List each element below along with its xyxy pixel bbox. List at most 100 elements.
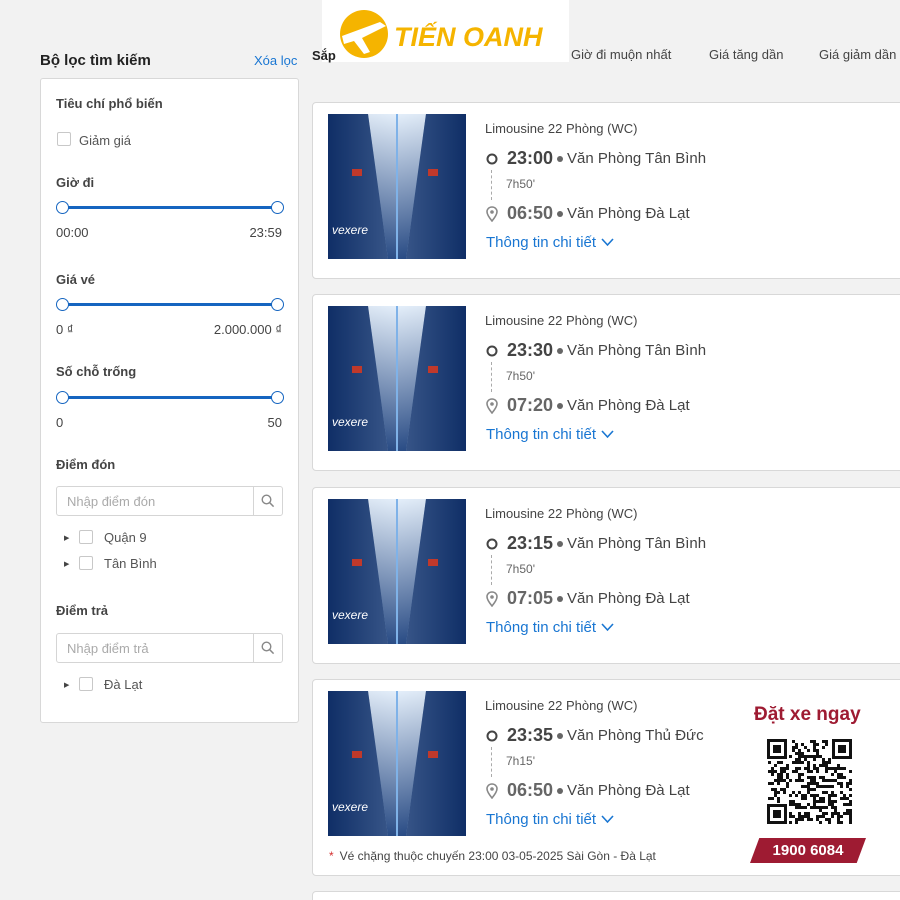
sort-latest-departure[interactable]: Giờ đi muộn nhất — [571, 47, 671, 62]
location-pin-icon — [485, 205, 499, 222]
expand-tanbinh-icon[interactable]: ▶ — [64, 560, 69, 568]
price-min: 0 ₫ — [56, 322, 74, 337]
arrival-place: Văn Phòng Đà Lạt — [567, 205, 690, 222]
seats-min: 0 — [56, 415, 64, 430]
pickup-tanbinh-checkbox[interactable] — [79, 556, 93, 570]
departure-row: 23:35 Văn Phòng Thủ Đức — [485, 725, 704, 746]
chevron-down-icon — [601, 815, 614, 824]
price-slider[interactable] — [61, 303, 277, 306]
bus-interior-image: vexere — [328, 691, 466, 836]
departure-time-max-handle[interactable] — [271, 201, 284, 214]
departure-time-max: 23:59 — [249, 225, 282, 240]
departure-time-title: Giờ đi — [56, 175, 95, 190]
chevron-down-icon — [601, 430, 614, 439]
chevron-down-icon — [601, 623, 614, 632]
detail-info-link[interactable]: Thông tin chi tiết — [486, 234, 614, 251]
seats-min-handle[interactable] — [56, 391, 69, 404]
dropoff-search-input[interactable] — [57, 634, 253, 662]
vexere-watermark: vexere — [332, 223, 368, 237]
bus-interior-image: vexere — [328, 499, 466, 644]
arrival-place: Văn Phòng Đà Lạt — [567, 782, 690, 799]
expand-dalat-icon[interactable]: ▶ — [64, 681, 69, 689]
sort-price-descending[interactable]: Giá giảm dần — [819, 47, 896, 62]
departure-time-min-handle[interactable] — [56, 201, 69, 214]
arrival-time: 06:50 — [507, 203, 554, 223]
price-max-handle[interactable] — [271, 298, 284, 311]
vexere-watermark: vexere — [332, 800, 368, 814]
departure-place: Văn Phòng Tân Bình — [567, 150, 707, 167]
vexere-watermark: vexere — [332, 415, 368, 429]
trip-duration: 7h50' — [506, 177, 535, 191]
departure-row: 23:00 Văn Phòng Tân Bình — [485, 148, 706, 169]
dropoff-search-button[interactable] — [253, 634, 282, 662]
detail-info-label: Thông tin chi tiết — [486, 619, 597, 636]
departure-time: 23:30 — [507, 340, 554, 360]
seats-max-handle[interactable] — [271, 391, 284, 404]
bus-interior-photo: vexere — [328, 114, 466, 259]
brand-logo-text: TIẾN OANH — [394, 21, 543, 52]
arrival-place: Văn Phòng Đà Lạt — [567, 590, 690, 607]
filter-panel: Tiêu chí phổ biến Giảm giá Giờ đi 00:00 … — [40, 78, 299, 723]
clear-filter-link[interactable]: Xóa lọc — [254, 53, 297, 68]
departure-dot-icon — [485, 151, 499, 167]
discount-label: Giảm giá — [79, 133, 132, 148]
price-max: 2.000.000 ₫ — [213, 322, 282, 337]
dropoff-search — [56, 633, 283, 663]
detail-info-label: Thông tin chi tiết — [486, 811, 597, 828]
vexere-watermark: vexere — [332, 608, 368, 622]
trip-card[interactable]: vexere Limousine 22 Phòng (WC) 23:30 Văn… — [312, 294, 900, 471]
seats-slider[interactable] — [61, 396, 277, 399]
pickup-quan9-checkbox[interactable] — [79, 530, 93, 544]
price-min-handle[interactable] — [56, 298, 69, 311]
location-pin-icon — [485, 782, 499, 799]
pickup-search-input[interactable] — [57, 487, 253, 515]
trip-card[interactable]: vexere Limousine 22 Phòng (WC) 23:15 Văn… — [312, 487, 900, 664]
trip-card[interactable]: vexere Limousine 22 Phòng (WC) 23:00 Văn… — [312, 102, 900, 279]
dropoff-dalat-checkbox[interactable] — [79, 677, 93, 691]
bus-interior-image: vexere — [328, 306, 466, 451]
departure-time-slider[interactable] — [61, 206, 277, 209]
departure-time: 23:00 — [507, 148, 554, 168]
search-icon — [261, 641, 275, 655]
pickup-title: Điểm đón — [56, 457, 116, 472]
filter-title: Bộ lọc tìm kiếm — [40, 52, 151, 69]
sort-price-ascending[interactable]: Giá tăng dần — [709, 47, 783, 62]
chevron-down-icon — [601, 238, 614, 247]
departure-place: Văn Phòng Tân Bình — [567, 342, 707, 359]
promo-title: Đặt xe ngay — [754, 704, 861, 725]
hotline-badge[interactable]: 1900 6084 — [750, 838, 866, 863]
location-pin-icon — [485, 590, 499, 607]
departure-row: 23:15 Văn Phòng Tân Bình — [485, 533, 706, 554]
sort-label: Sắp — [312, 48, 336, 63]
discount-checkbox[interactable] — [57, 132, 71, 146]
bus-interior-photo: vexere — [328, 306, 466, 451]
departure-place: Văn Phòng Tân Bình — [567, 535, 707, 552]
arrival-time: 06:50 — [507, 780, 554, 800]
detail-info-link[interactable]: Thông tin chi tiết — [486, 619, 614, 636]
brand-logo: TIẾN OANH — [322, 0, 569, 62]
departure-dot-icon — [485, 728, 499, 744]
pickup-quan9-label: Quận 9 — [104, 530, 147, 545]
bus-interior-photo: vexere — [328, 499, 466, 644]
bus-interior-image: vexere — [328, 114, 466, 259]
asterisk-icon: * — [329, 849, 334, 863]
dropoff-dalat-label: Đà Lạt — [104, 677, 143, 692]
brand-logo-icon: TIẾN OANH — [340, 10, 543, 58]
arrival-row: 06:50 Văn Phòng Đà Lạt — [485, 780, 690, 801]
bus-interior-photo: vexere — [328, 691, 466, 836]
departure-time: 23:35 — [507, 725, 554, 745]
vehicle-type: Limousine 22 Phòng (WC) — [485, 506, 638, 521]
qr-code[interactable] — [767, 739, 852, 824]
search-icon — [261, 494, 275, 508]
pickup-search-button[interactable] — [253, 487, 282, 515]
detail-info-link[interactable]: Thông tin chi tiết — [486, 426, 614, 443]
detail-info-label: Thông tin chi tiết — [486, 426, 597, 443]
price-title: Giá vé — [56, 272, 96, 287]
dropoff-title: Điểm trả — [56, 603, 109, 618]
detail-info-link[interactable]: Thông tin chi tiết — [486, 811, 614, 828]
trip-card[interactable] — [312, 891, 900, 900]
expand-quan9-icon[interactable]: ▶ — [64, 534, 69, 542]
arrival-row: 06:50 Văn Phòng Đà Lạt — [485, 203, 690, 224]
departure-dot-icon — [485, 536, 499, 552]
pickup-tanbinh-label: Tân Bình — [104, 556, 157, 571]
